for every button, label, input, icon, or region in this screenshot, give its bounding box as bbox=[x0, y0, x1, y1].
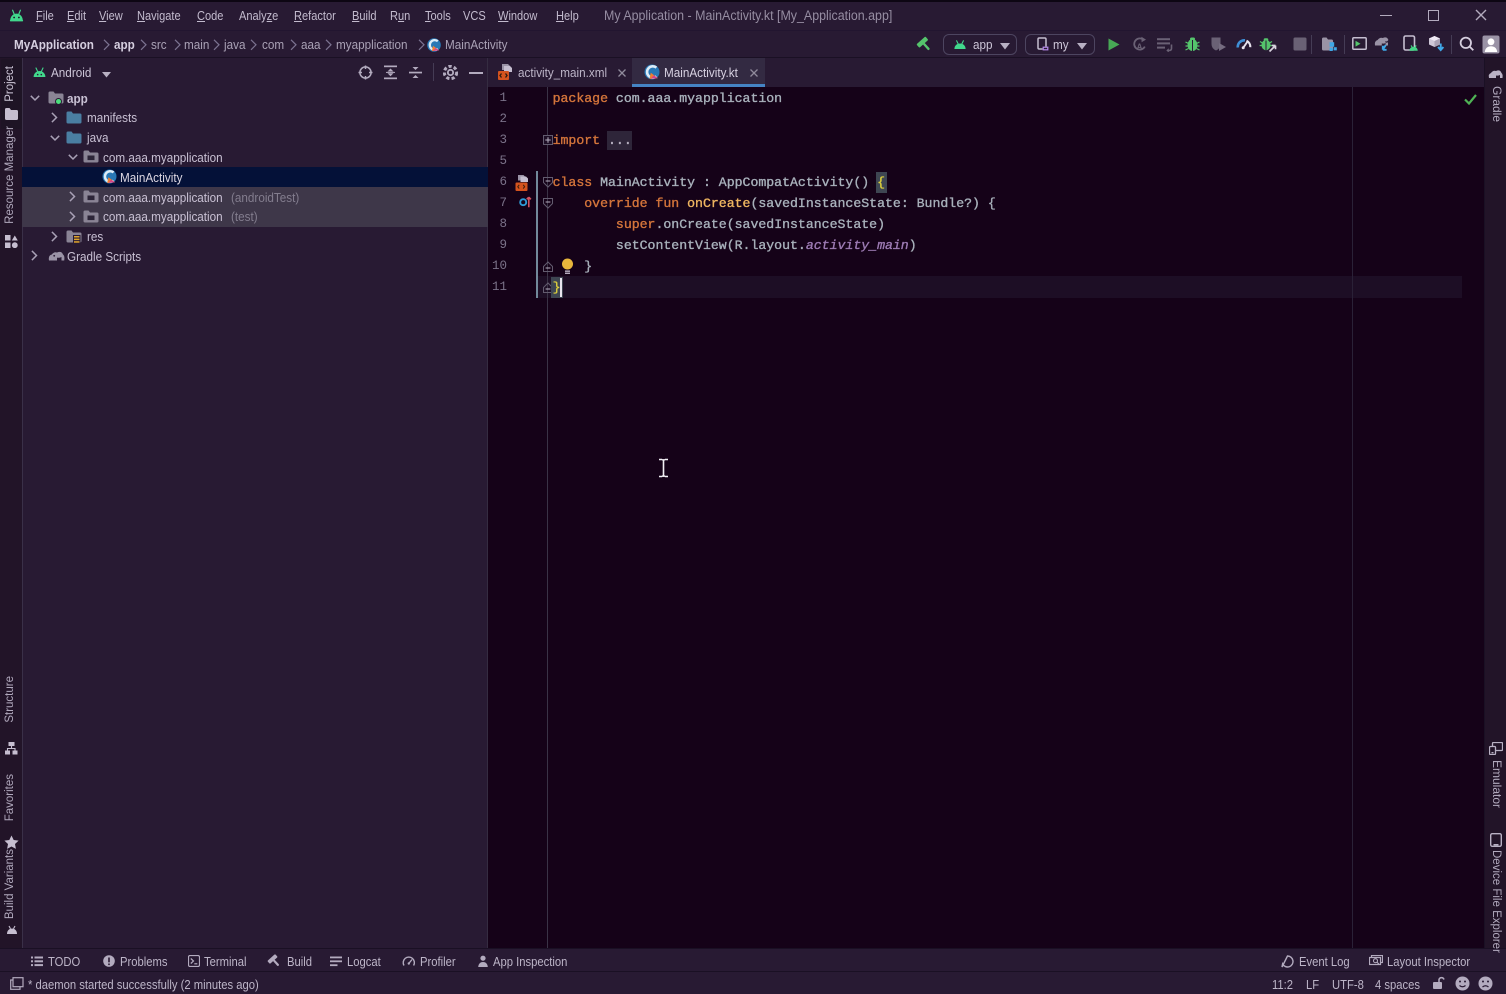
svg-text:A: A bbox=[1137, 43, 1143, 52]
